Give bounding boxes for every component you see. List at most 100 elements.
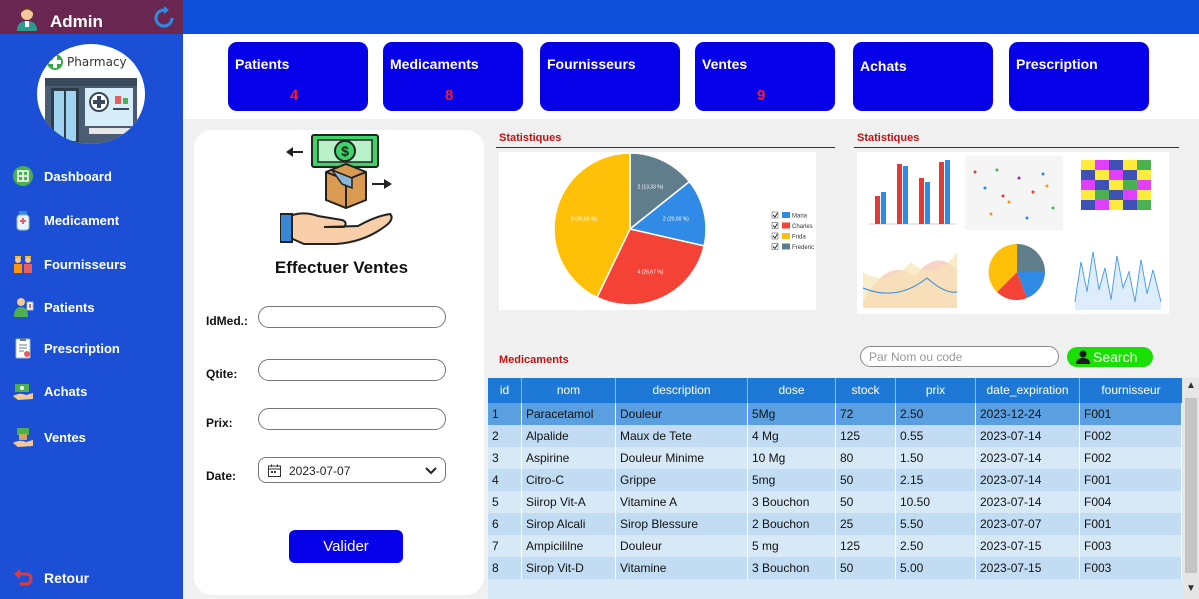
search-button[interactable]: Search xyxy=(1067,347,1153,367)
line-chart-thumbnail xyxy=(1071,238,1165,312)
sidebar-item-label: Ventes xyxy=(44,430,86,445)
sidebar-item-fournisseurs[interactable]: Fournisseurs xyxy=(0,250,183,280)
table-cell: 5 xyxy=(488,491,522,513)
legend-swatch xyxy=(782,222,790,229)
logo-text: Pharmacy xyxy=(67,55,127,69)
card-achats[interactable]: Achats xyxy=(853,42,993,111)
date-picker[interactable]: 2023-07-07 xyxy=(258,457,446,483)
chevron-down-icon[interactable] xyxy=(425,466,437,475)
table-cell: 5.00 xyxy=(896,557,976,579)
table-cell: 50 xyxy=(836,469,896,491)
qtite-input[interactable] xyxy=(258,359,446,381)
column-header[interactable]: description xyxy=(616,378,748,403)
pie-slice-label: 4 (26,67 %) xyxy=(638,269,664,275)
sale-illustration-icon: $ xyxy=(280,134,393,245)
table-cell: 50 xyxy=(836,557,896,579)
table-row[interactable]: 8 Sirop Vit-D Vitamine 3 Bouchon 50 5.00 2023-… xyxy=(488,557,1182,579)
column-header[interactable]: id xyxy=(488,378,522,403)
scroll-thumb[interactable] xyxy=(1185,398,1197,573)
table-row[interactable]: 3 Aspirine Douleur Minime 10 Mg 80 1.50 2023-0… xyxy=(488,447,1182,469)
table-row[interactable]: 2 Alpalide Maux de Tete 4 Mg 125 0.55 2023-07-… xyxy=(488,425,1182,447)
table-cell: 2023-07-14 xyxy=(976,425,1080,447)
refresh-icon[interactable] xyxy=(152,6,176,30)
card-value: 9 xyxy=(757,87,766,104)
column-header[interactable]: stock xyxy=(836,378,896,403)
table-cell: 8 xyxy=(488,557,522,579)
table-row[interactable]: 7 Ampicililne Douleur 5 mg 125 2.50 2023-07-15… xyxy=(488,535,1182,557)
scroll-up-icon[interactable]: ▲ xyxy=(1183,380,1199,394)
column-header[interactable]: date_expiration xyxy=(976,378,1080,403)
prix-input[interactable] xyxy=(258,408,446,430)
table-cell: 2.15 xyxy=(896,469,976,491)
table-cell: 125 xyxy=(836,425,896,447)
pie-slice-label: 2 (13,33 %) xyxy=(638,185,664,191)
table-cell: 2023-07-14 xyxy=(976,447,1080,469)
table-cell: Alpalide xyxy=(522,425,616,447)
pie-chart: 2 (13,33 %) 2 (20,00 %) 4 (26,67 %) 6 (40,0… xyxy=(553,152,814,306)
legend-label: Frederic xyxy=(792,245,814,251)
table-row[interactable]: 1 Paracetamol Douleur 5Mg 72 2.50 2023-12-24 F0… xyxy=(488,403,1182,425)
scroll-down-icon[interactable]: ▼ xyxy=(1183,583,1199,597)
dashboard-icon xyxy=(13,166,33,186)
sidebar-item-ventes[interactable]: Ventes xyxy=(0,423,183,453)
table-cell: Sirop Alcali xyxy=(522,513,616,535)
chart-thumbnails-image xyxy=(861,156,1165,312)
column-header[interactable]: prix xyxy=(896,378,976,403)
sidebar-item-prescription[interactable]: Prescription xyxy=(0,334,183,364)
column-header[interactable]: fournisseur xyxy=(1080,378,1182,403)
medicaments-table[interactable]: id nom description dose stock prix date_… xyxy=(488,378,1199,599)
card-patients[interactable]: Patients 4 xyxy=(228,42,368,111)
back-button[interactable]: Retour xyxy=(0,563,183,593)
legend-label: Frida xyxy=(792,235,806,241)
card-title: Patients xyxy=(235,56,290,72)
valider-button[interactable]: Valider xyxy=(289,530,403,563)
table-cell: 2023-07-15 xyxy=(976,535,1080,557)
sidebar-title: Admin xyxy=(50,12,103,31)
pharmacy-logo: Pharmacy xyxy=(37,44,145,144)
table-cell: Paracetamol xyxy=(522,403,616,425)
prix-label: Prix: xyxy=(206,416,233,430)
sidebar-item-medicament[interactable]: Medicament xyxy=(0,206,183,236)
table-row[interactable]: 6 Sirop Alcali Sirop Blessure 2 Bouchon 25 5.… xyxy=(488,513,1182,535)
table-cell: 5 mg xyxy=(748,535,836,557)
table-cell: F001 xyxy=(1080,513,1182,535)
table-cell: 50 xyxy=(836,491,896,513)
table-cell: Sirop Blessure xyxy=(616,513,748,535)
table-cell: 2023-07-14 xyxy=(976,491,1080,513)
table-scrollbar[interactable]: ▲ ▼ xyxy=(1183,378,1199,599)
legend-label: Maria xyxy=(792,214,808,220)
table-cell: Douleur Minime xyxy=(616,447,748,469)
sidebar-item-patients[interactable]: Patients xyxy=(0,293,183,323)
back-arrow-icon xyxy=(14,569,33,586)
card-prescription[interactable]: Prescription xyxy=(1009,42,1149,111)
idmed-input[interactable] xyxy=(258,306,446,328)
table-cell: 7 xyxy=(488,535,522,557)
table-cell: Ampicililne xyxy=(522,535,616,557)
table-cell: 80 xyxy=(836,447,896,469)
table-row[interactable]: 5 Siirop Vit-A Vitamine A3 Bouchon 50 10.50 2… xyxy=(488,491,1182,513)
table-cell: F004 xyxy=(1080,491,1182,513)
table-cell: 3 Bouchon xyxy=(748,557,836,579)
heatmap-thumbnail xyxy=(1073,156,1163,230)
card-title: Achats xyxy=(860,58,907,74)
card-medicaments[interactable]: Medicaments 8 xyxy=(383,42,523,111)
sidebar-item-achats[interactable]: Achats xyxy=(0,377,183,407)
qtite-label: Qtite: xyxy=(206,367,238,381)
table-cell: Aspirine xyxy=(522,447,616,469)
purchases-icon xyxy=(13,384,33,400)
sidebar-item-dashboard[interactable]: Dashboard xyxy=(0,162,183,192)
table-row[interactable]: 4 Citro-C Grippe 5mg 50 2.15 2023-07-14 F001 xyxy=(488,469,1182,491)
column-header[interactable]: nom xyxy=(522,378,616,403)
card-fournisseurs[interactable]: Fournisseurs xyxy=(540,42,680,111)
table-cell: 4 xyxy=(488,469,522,491)
pie-slice-label: 2 (20,00 %) xyxy=(663,217,689,223)
card-ventes[interactable]: Ventes 9 xyxy=(695,42,835,111)
back-label: Retour xyxy=(44,570,90,586)
table-cell: 1 xyxy=(488,403,522,425)
table-cell: 10.50 xyxy=(896,491,976,513)
search-input[interactable] xyxy=(860,346,1059,367)
prescription-icon xyxy=(15,338,31,359)
column-header[interactable]: dose xyxy=(748,378,836,403)
table-cell: 2023-07-14 xyxy=(976,469,1080,491)
pie-slice-label: 6 (40,00 %) xyxy=(571,217,597,223)
